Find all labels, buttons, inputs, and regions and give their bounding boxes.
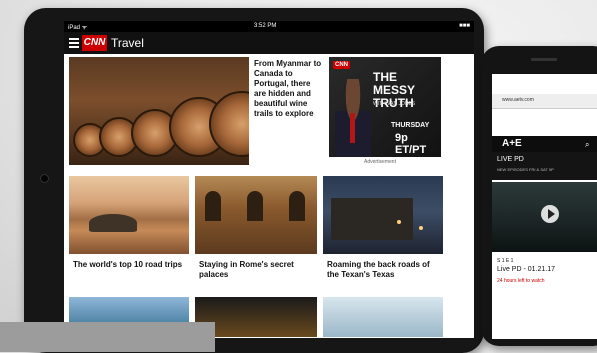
status-bar: iPad ᯤ 3:52 PM ■■■ xyxy=(64,21,474,32)
texas-image[interactable] xyxy=(323,176,443,254)
tie-shape xyxy=(350,113,355,143)
phone-screen: www.aetv.com A+E ⌕ LIVE PD NEW EPISODES … xyxy=(492,74,597,339)
search-icon[interactable]: ⌕ xyxy=(585,140,589,150)
camera-icon xyxy=(40,174,49,183)
wine-cellar-image[interactable] xyxy=(69,57,249,165)
arch-shape xyxy=(289,191,305,221)
ad-cnn-logo: CNN xyxy=(333,61,350,69)
article-thumbnail[interactable] xyxy=(323,297,443,337)
play-icon[interactable] xyxy=(541,205,559,223)
card-title[interactable]: Staying in Rome's secret palaces xyxy=(199,260,313,280)
rock-shape xyxy=(89,214,137,232)
lamp-shape xyxy=(397,220,401,224)
url-text: www.aetv.com xyxy=(502,97,534,103)
tablet-device: iPad ᯤ 3:52 PM ■■■ CNN Travel From Myanm… xyxy=(24,8,484,353)
ad-label: Advertisement xyxy=(364,159,396,165)
speaker-grille xyxy=(531,58,557,61)
beach-image[interactable] xyxy=(69,176,189,254)
tablet-screen: iPad ᯤ 3:52 PM ■■■ CNN Travel From Myanm… xyxy=(64,21,474,338)
episode-number: S 1 E 1 xyxy=(497,258,514,264)
ae-logo[interactable]: A+E xyxy=(502,138,522,149)
card-title[interactable]: The world's top 10 road trips xyxy=(73,260,185,270)
phone-nav: A+E ⌕ xyxy=(492,136,597,152)
card-title[interactable]: Roaming the back roads of the Texan's Te… xyxy=(327,260,439,280)
video-player[interactable] xyxy=(492,182,597,252)
expiry-warning: 24 hours left to watch xyxy=(497,278,545,284)
show-header: LIVE PD NEW EPISODES FRI & SAT 9P xyxy=(492,152,597,180)
ad-time: 9p ET/PT xyxy=(395,132,427,156)
clock-label: 3:52 PM xyxy=(254,23,277,29)
battery-icon: ■■■ xyxy=(459,23,470,29)
hero-headline[interactable]: From Myanmar to Canada to Portugal, ther… xyxy=(254,59,322,119)
ad-subtitle: WITH VAN JONES xyxy=(373,101,416,107)
palace-image[interactable] xyxy=(195,176,317,254)
show-subtitle: NEW EPISODES FRI & SAT 9P xyxy=(497,167,554,172)
episode-title[interactable]: Live PD - 01.21.17 xyxy=(497,266,555,273)
section-title: Travel xyxy=(111,36,144,50)
menu-icon[interactable] xyxy=(69,38,79,48)
ad-day: THURSDAY xyxy=(391,122,430,129)
browser-address-bar[interactable]: www.aetv.com xyxy=(492,94,597,109)
cnn-logo[interactable]: CNN xyxy=(82,35,107,51)
arch-shape xyxy=(247,191,263,221)
show-title: LIVE PD xyxy=(497,156,524,163)
carrier-label: iPad ᯤ xyxy=(68,25,88,31)
background-paper xyxy=(0,322,215,352)
advertisement-banner[interactable]: CNN THE MESSY TRUTH WITH VAN JONES THURS… xyxy=(329,57,441,157)
article-grid: From Myanmar to Canada to Portugal, ther… xyxy=(64,54,474,338)
lamp-shape xyxy=(419,226,423,230)
app-header: CNN Travel xyxy=(64,32,474,54)
building-shape xyxy=(331,198,413,240)
phone-device: www.aetv.com A+E ⌕ LIVE PD NEW EPISODES … xyxy=(481,46,597,346)
arch-shape xyxy=(205,191,221,221)
